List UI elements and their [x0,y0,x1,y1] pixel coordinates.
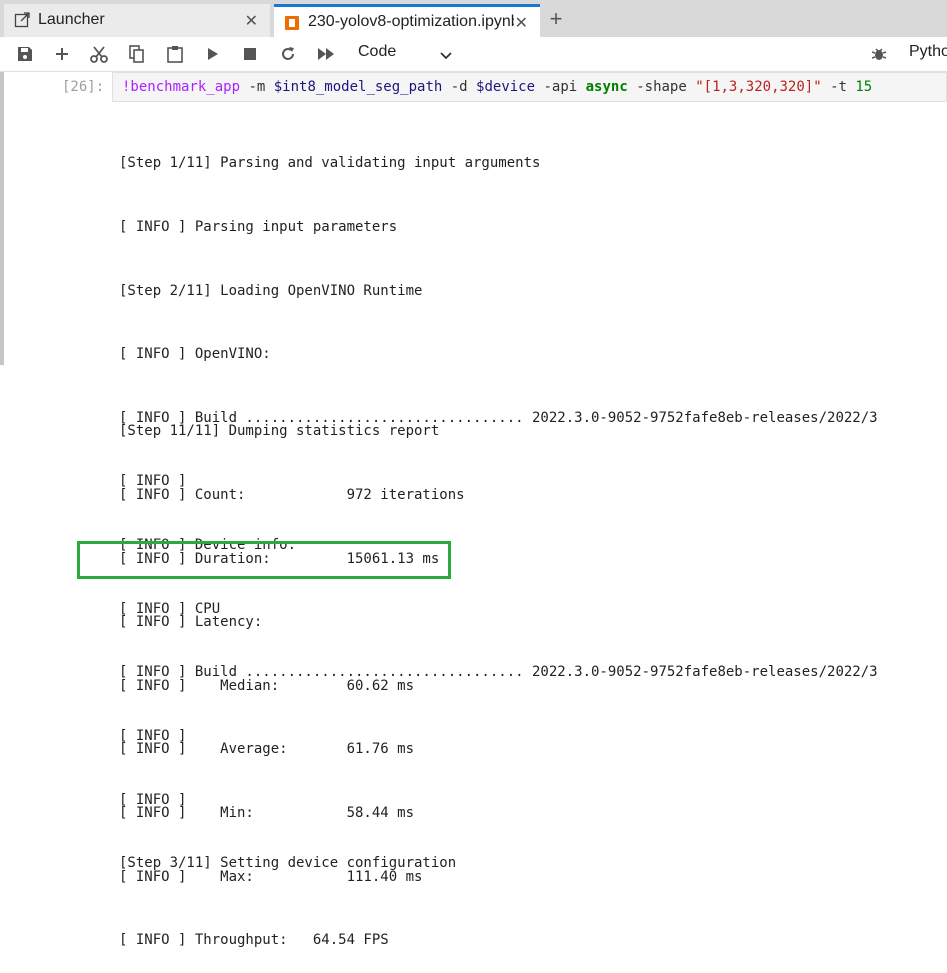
chevron-down-icon[interactable] [440,47,452,65]
save-button[interactable] [12,41,38,67]
restart-button[interactable] [275,41,301,67]
launcher-icon [14,12,30,28]
scissors-icon [90,46,108,63]
cut-button[interactable] [86,41,112,67]
tab-bar: Launcher ✕ 230-yolov8-optimization.ipynb… [0,0,947,37]
bug-icon[interactable] [866,41,892,67]
add-icon [56,48,68,60]
code-string: "[1,3,320,320]" [695,79,822,95]
run-button[interactable] [200,41,226,67]
code-variable: $device [476,79,536,95]
copy-icon [129,45,144,63]
kernel-name[interactable]: Python [909,43,947,61]
new-tab-button[interactable]: + [543,6,569,32]
code-number: 15 [855,79,873,95]
throughput-line: [ INFO ] Throughput: 64.54 FPS [119,932,389,949]
output-line: [ INFO ] Min: 58.44 ms [119,805,415,822]
output-line: [ INFO ] Count: 972 iterations [119,487,465,504]
code-magic: !benchmark_app [122,79,241,95]
code-editor[interactable]: !benchmark_app -m $int8_model_seg_path -… [112,72,947,102]
notebook-icon [284,15,300,31]
code-option: -api [535,79,586,95]
output-line: [ INFO ] Median: 60.62 ms [119,677,415,694]
fast-forward-icon [318,48,334,60]
tab-launcher[interactable]: Launcher ✕ [4,4,270,37]
interrupt-button[interactable] [237,41,263,67]
input-prompt: [26]: [62,79,105,95]
tab-notebook[interactable]: 230-yolov8-optimization.ipynb ✕ [274,4,540,37]
code-option: -d [442,79,477,95]
code-option: -m [240,79,274,95]
tab-label: 230-yolov8-optimization.ipynb [308,13,514,30]
code-variable: $int8_model_seg_path [273,79,443,95]
output-line: [Step 1/11] Parsing and validating input… [119,155,541,172]
cell-collapser[interactable] [0,72,4,365]
paste-icon [167,46,183,63]
cell-type-select[interactable]: Code [358,43,396,61]
code-option: -shape [627,79,696,95]
play-icon [208,48,218,60]
stop-icon [244,48,256,60]
paste-button[interactable] [162,41,188,67]
restart-icon [282,47,294,60]
notebook-toolbar: Code Python [0,37,947,72]
output-line: [ INFO ] Max: 111.40 ms [119,868,423,885]
save-icon [18,47,32,61]
tab-label: Launcher [38,11,105,28]
code-keyword: async [585,79,628,95]
output-line: [Step 11/11] Dumping statistics report [119,423,440,440]
copy-button[interactable] [124,41,150,67]
code-line: !benchmark_app -m $int8_model_seg_path -… [122,79,872,95]
insert-cell-button[interactable] [49,41,75,67]
output-line: [ INFO ] Parsing input parameters [119,219,398,236]
close-icon[interactable]: ✕ [245,11,258,31]
throughput-highlight-box [77,541,451,579]
cell-output-bottom: [Step 11/11] Dumping statistics report [… [119,379,465,973]
code-option: -t [821,79,856,95]
restart-run-all-button[interactable] [313,41,339,67]
close-icon[interactable]: ✕ [515,13,528,33]
output-line: [ INFO ] OpenVINO: [119,346,271,363]
output-line: [ INFO ] Latency: [119,614,263,631]
output-line: [ INFO ] Average: 61.76 ms [119,741,415,758]
output-line: [Step 2/11] Loading OpenVINO Runtime [119,282,423,299]
